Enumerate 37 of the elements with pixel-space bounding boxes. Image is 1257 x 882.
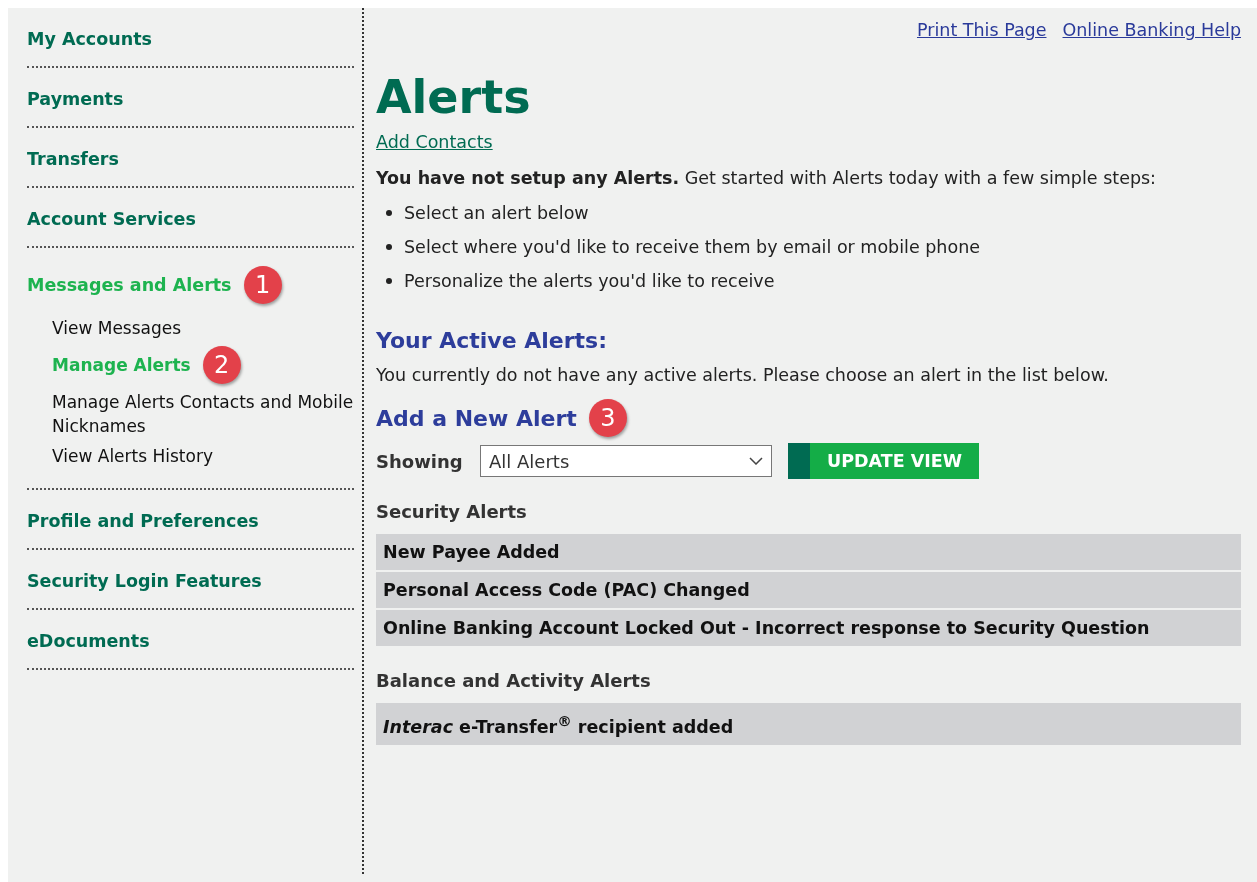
alert-row[interactable]: Personal Access Code (PAC) Changed: [376, 572, 1241, 610]
nav-link[interactable]: My Accounts: [27, 26, 152, 52]
nav-link[interactable]: Account Services: [27, 206, 196, 232]
subnav-link[interactable]: View Alerts History: [52, 444, 213, 468]
subnav-link[interactable]: View Messages: [52, 316, 182, 340]
alert-row[interactable]: New Payee Added: [376, 534, 1241, 572]
step-badge: 3: [588, 399, 627, 437]
nav-link[interactable]: Payments: [27, 86, 124, 112]
header-link[interactable]: Online Banking Help: [1062, 20, 1241, 40]
add-contacts-link[interactable]: Add Contacts: [376, 132, 493, 152]
step-badge: 2: [202, 346, 241, 384]
step-text: Select an alert below: [404, 202, 589, 225]
page-title: Alerts: [376, 70, 532, 124]
subnav-link[interactable]: Manage Alerts Contacts and Mobile Nicknames: [52, 390, 354, 438]
step-text: Personalize the alerts you'd like to receive: [404, 270, 775, 293]
bullet-icon: [386, 210, 392, 216]
nav-link[interactable]: Profile and Preferences: [27, 508, 259, 534]
nav-link[interactable]: Transfers: [27, 146, 119, 172]
nav-link[interactable]: eDocuments: [27, 628, 150, 654]
alert-row[interactable]: Online Banking Account Locked Out - Incorrect response to Security Question: [376, 610, 1241, 648]
bullet-icon: [386, 244, 392, 250]
group-heading: Balance and Activity Alerts: [376, 670, 652, 691]
section-heading: Your Active Alerts:: [376, 328, 608, 353]
section-heading: Add a New Alert: [376, 405, 577, 431]
step-badge: 1: [243, 266, 282, 304]
step-text: Select where you'd like to receive them by email or mobile phone: [404, 236, 981, 259]
group-heading: Security Alerts: [376, 501, 528, 522]
info-text: You currently do not have any active alerts. Please choose an alert in the list below.: [376, 365, 1110, 385]
bullet-icon: [386, 278, 392, 284]
intro-text: You have not setup any Alerts. Get started with Alerts today with a few simple steps:: [376, 168, 1158, 188]
filter-label: Showing: [376, 450, 464, 472]
header-link[interactable]: Print This Page: [917, 20, 1047, 40]
alert-row[interactable]: Interac e-Transfer$^{®}$ recipient added: [376, 703, 1241, 747]
update-view-button[interactable]: UPDATE VIEW: [788, 443, 979, 479]
alert-filter-dropdown[interactable]: All Alerts: [480, 445, 772, 477]
chevron-icon: [749, 457, 763, 465]
nav-link[interactable]: Security Login Features: [27, 568, 262, 594]
